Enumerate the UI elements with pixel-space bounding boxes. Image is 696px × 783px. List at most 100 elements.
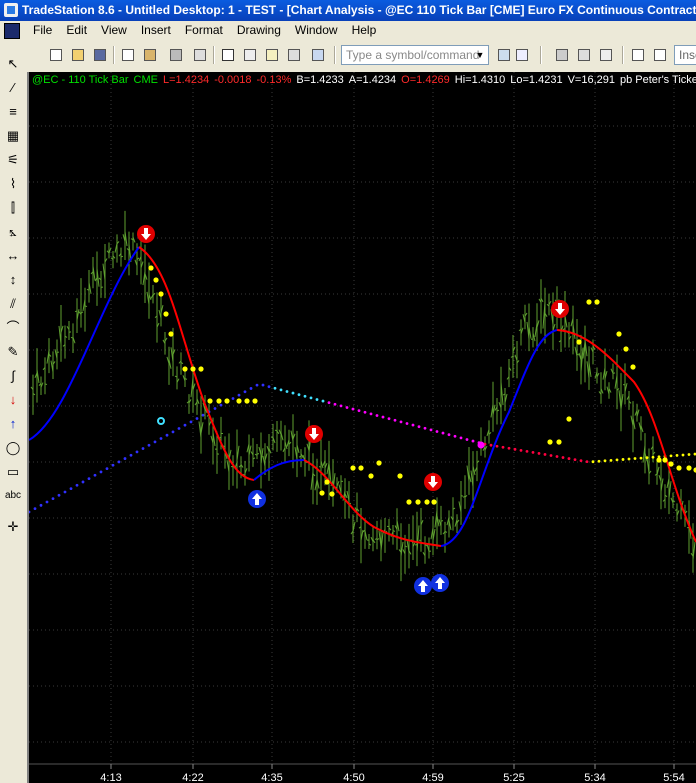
x-axis-tick-label: 5:54 (663, 772, 684, 783)
x-axis-tick-label: 4:13 (100, 772, 121, 783)
copy-icon[interactable] (118, 45, 138, 65)
slow-average-dot (315, 398, 319, 401)
slow-average-dot (621, 458, 625, 461)
stop-dot (324, 479, 330, 485)
slow-average-dot (687, 453, 691, 456)
horizontal-lines-icon[interactable]: ≡ (2, 102, 24, 122)
slow-average-dot (93, 473, 97, 477)
notes-icon[interactable] (262, 45, 282, 65)
slow-average-dot (201, 413, 205, 417)
menu-format[interactable]: Format (178, 21, 230, 40)
menu-drawing[interactable]: Drawing (230, 21, 288, 40)
slow-average-dot (159, 437, 163, 440)
down-arrow-icon[interactable]: ↓ (2, 390, 24, 410)
slow-average-dot (435, 430, 439, 433)
crossover-marker (477, 441, 485, 449)
arcs-icon[interactable]: ⌒ (2, 318, 24, 338)
andrews-pitchfork-icon[interactable]: ⫿ (2, 198, 24, 218)
stop-dot (190, 366, 196, 372)
up-arrow-icon[interactable]: ↑ (2, 414, 24, 434)
slow-average-dot (117, 460, 121, 464)
menu-file[interactable]: File (26, 21, 59, 40)
crosshair-icon[interactable]: ✛ (2, 517, 24, 537)
slow-average-dot (75, 483, 79, 487)
slow-average-dot (603, 459, 607, 463)
trendline-tool-icon[interactable]: ∕ (2, 78, 24, 98)
slow-average-dot (249, 387, 253, 390)
bars-icon[interactable] (650, 45, 670, 65)
slow-average-dot (285, 390, 289, 393)
link-icon[interactable] (284, 45, 304, 65)
table-icon[interactable] (240, 45, 260, 65)
chart-style-icon[interactable] (628, 45, 648, 65)
chart-area[interactable]: 4:13 4:22 4:35 4:50 4:59 5:25 5:34 5:54 @EC - 1… (29, 72, 696, 783)
status-volume: V=16,291 (567, 74, 615, 86)
speed-lines-icon[interactable]: ⌇ (2, 174, 24, 194)
paste-icon[interactable] (140, 45, 160, 65)
window-icon[interactable] (308, 45, 328, 65)
ellipse-icon[interactable]: ◯ (2, 438, 24, 458)
price-bar-close-tick (256, 453, 260, 455)
go-icon[interactable] (494, 45, 514, 65)
stop-dot (686, 465, 692, 471)
chart-icon[interactable] (218, 45, 238, 65)
chart-document-icon[interactable] (4, 23, 20, 39)
menu-view[interactable]: View (94, 21, 134, 40)
stop-dot (630, 364, 636, 370)
x-axis-tick-label: 5:34 (584, 772, 605, 783)
slow-average-dot (219, 403, 223, 407)
print-preview-icon[interactable] (190, 45, 210, 65)
menu-edit[interactable]: Edit (59, 21, 94, 40)
print-icon[interactable] (166, 45, 186, 65)
help-icon[interactable] (596, 45, 616, 65)
stop-dot (586, 299, 592, 305)
slow-average-dot (273, 386, 277, 390)
slow-average-dot (33, 507, 37, 511)
pointer-tool-icon[interactable]: ↖ (2, 54, 24, 74)
text-box-icon[interactable]: ▦ (2, 126, 24, 146)
status-symbol: @EC - 110 Tick Bar (32, 74, 129, 86)
rectangle-icon[interactable]: ▭ (2, 462, 24, 482)
slow-average-dot (537, 452, 541, 455)
menu-help[interactable]: Help (345, 21, 384, 40)
new-icon[interactable] (46, 45, 66, 65)
zoom-icon[interactable] (512, 45, 532, 65)
stop-dot (319, 490, 325, 496)
horizontal-arrows-icon[interactable]: ↔ (2, 246, 24, 266)
parallel-lines-icon[interactable]: ⫽ (2, 294, 24, 314)
slow-average-dot (561, 456, 565, 459)
gann-fan-icon[interactable]: ⦩ (2, 222, 24, 242)
status-study: pb Peter's Ticker (619, 74, 696, 86)
slow-average-dot (29, 510, 31, 514)
status-change: -0.0018 (214, 74, 252, 86)
save-icon[interactable] (90, 45, 110, 65)
slow-average-dot (243, 390, 247, 394)
format-icon[interactable] (574, 45, 594, 65)
stop-dot (368, 473, 374, 479)
price-chart[interactable]: 4:13 4:22 4:35 4:50 4:59 5:25 5:34 5:54 (29, 72, 696, 783)
slow-average-dot (555, 455, 559, 458)
slow-average-dot (105, 467, 109, 470)
stop-dot (244, 398, 250, 404)
text-tool-icon[interactable]: abc (2, 486, 24, 506)
stop-dot (158, 291, 164, 297)
slow-average-dot (333, 402, 337, 406)
chevron-down-icon[interactable]: ▼ (474, 48, 486, 62)
menu-window[interactable]: Window (288, 21, 345, 40)
slow-average-dot (405, 422, 409, 425)
insert-field[interactable]: Inse (674, 45, 696, 65)
open-icon[interactable] (68, 45, 88, 65)
fibonacci-icon[interactable]: ⚟ (2, 150, 24, 170)
menu-insert[interactable]: Insert (134, 21, 178, 40)
slow-average-dot (645, 456, 649, 460)
stop-dot (424, 499, 430, 505)
vertical-arrows-icon[interactable]: ↕ (2, 270, 24, 290)
window-title-bar: TradeStation 8.6 - Untitled Desktop: 1 -… (0, 0, 696, 21)
pencil-icon[interactable]: ✎ (2, 342, 24, 362)
symbol-command-input[interactable]: Type a symbol/command ▼ (341, 45, 489, 65)
curve-icon[interactable]: ∫ (2, 366, 24, 386)
x-axis-tick-label: 4:35 (261, 772, 282, 783)
x-axis-tick-label: 4:59 (422, 772, 443, 783)
grid-icon[interactable] (552, 45, 572, 65)
slow-average-dot (363, 410, 367, 414)
